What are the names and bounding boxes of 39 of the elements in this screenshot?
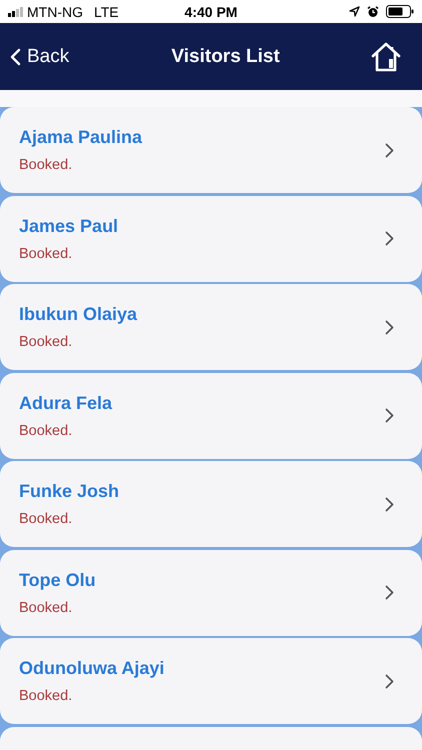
chevron-right-icon bbox=[385, 674, 394, 688]
back-button[interactable]: Back bbox=[10, 46, 70, 68]
chevron-right-icon bbox=[385, 142, 394, 158]
visitor-name: James Paul bbox=[19, 216, 118, 236]
visitor-name: Funke Josh bbox=[19, 481, 120, 502]
visitor-card[interactable]: Adura Fela Booked. bbox=[0, 372, 422, 458]
alarm-icon bbox=[366, 6, 379, 18]
visitor-card[interactable]: Ajama Paulina Booked. bbox=[0, 107, 422, 193]
booking-status: Booked. bbox=[19, 688, 74, 704]
booking-status: Booked. bbox=[19, 511, 74, 527]
booking-status: Booked. bbox=[19, 157, 74, 173]
visitor-card[interactable]: James Paul Booked. bbox=[0, 196, 422, 282]
chevron-right-icon bbox=[385, 408, 394, 423]
chevron-left-icon bbox=[10, 48, 21, 66]
visitor-name: Tope Olu bbox=[19, 570, 96, 590]
booking-status: Booked. bbox=[19, 334, 74, 350]
chevron-right-icon bbox=[385, 231, 394, 246]
visitor-card[interactable]: Ibukun Olaiya Booked. bbox=[0, 284, 422, 370]
battery-icon bbox=[386, 5, 414, 18]
visitor-name: Ajama Paulina bbox=[19, 127, 142, 148]
carrier-name: MTN-NG bbox=[27, 4, 83, 20]
signal-icon bbox=[8, 6, 24, 16]
visitor-card[interactable]: Funke Josh Booked. bbox=[0, 461, 422, 547]
screen-title: Visitors List bbox=[171, 46, 280, 68]
visitor-name: Adura Fela bbox=[19, 392, 112, 414]
clock-time: 4:40 PM bbox=[184, 4, 238, 20]
booking-status: Booked. bbox=[19, 600, 74, 616]
chevron-right-icon bbox=[385, 585, 394, 600]
chevron-right-icon bbox=[385, 496, 394, 512]
visitor-card[interactable]: Odunoluwa Ajayi Booked. bbox=[0, 638, 422, 724]
booking-status: Booked. bbox=[19, 422, 74, 438]
visitor-name: Ibukun Olaiya bbox=[19, 304, 138, 325]
home-icon[interactable] bbox=[370, 42, 402, 72]
visitor-card[interactable]: Tope Olu Booked. bbox=[0, 550, 422, 636]
location-icon bbox=[348, 6, 360, 17]
booking-status: Booked. bbox=[19, 246, 74, 262]
network-type: LTE bbox=[94, 4, 119, 20]
chevron-right-icon bbox=[385, 320, 394, 334]
visitor-name: Odunoluwa Ajayi bbox=[19, 658, 164, 679]
